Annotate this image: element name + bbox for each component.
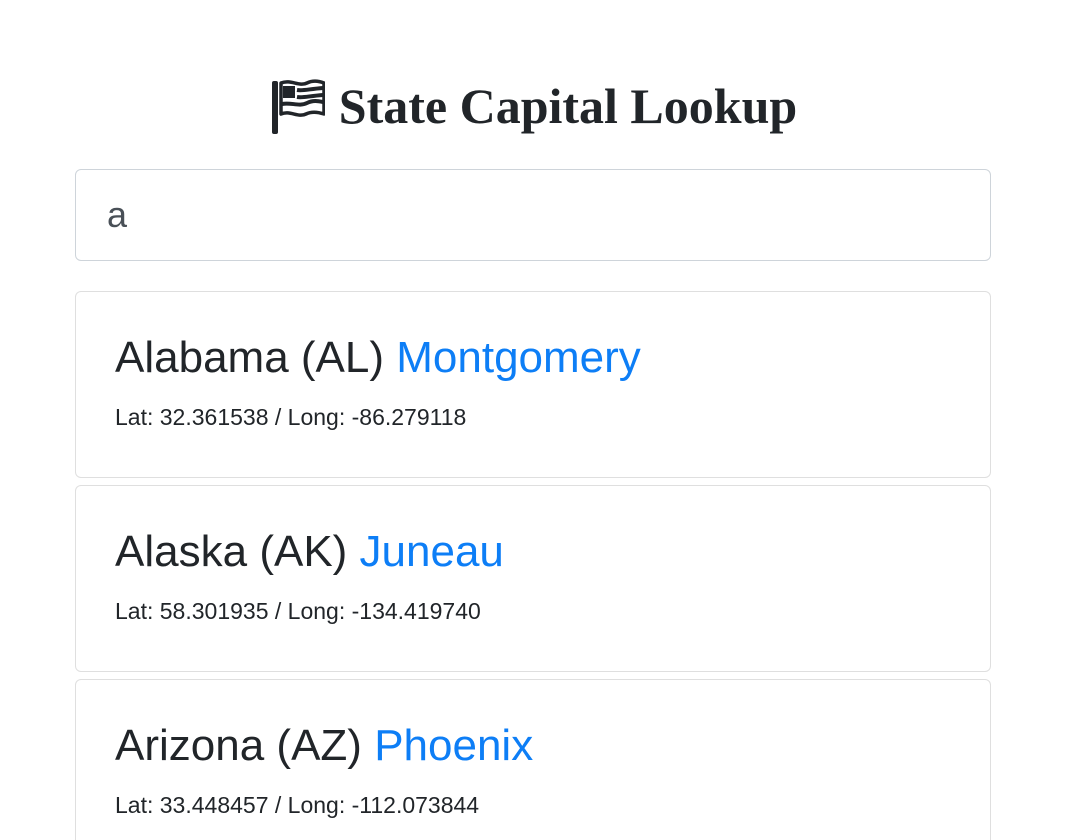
coordinates: Lat: 58.301935 / Long: -134.419740 <box>115 596 951 626</box>
long-label: Long: <box>287 598 346 624</box>
state-name: Alabama <box>115 333 289 382</box>
coord-separator: / <box>274 598 282 624</box>
longitude: -86.279118 <box>351 404 467 430</box>
page-title: State Capital Lookup <box>338 78 798 134</box>
state-card-alaska: Alaska (AK) Juneau Lat: 58.301935 / Long… <box>75 485 991 672</box>
long-label: Long: <box>287 404 346 430</box>
state-abbreviation: (AK) <box>259 527 348 576</box>
coord-separator: / <box>274 404 282 430</box>
longitude: -134.419740 <box>351 598 481 624</box>
lat-label: Lat: <box>115 792 154 818</box>
state-card-alabama: Alabama (AL) Montgomery Lat: 32.361538 /… <box>75 291 991 478</box>
state-heading: Alaska (AK) Juneau <box>115 524 951 580</box>
coordinates: Lat: 32.361538 / Long: -86.279118 <box>115 402 951 432</box>
header: State Capital Lookup <box>75 74 991 138</box>
search-input[interactable] <box>75 169 991 261</box>
lat-label: Lat: <box>115 404 154 430</box>
state-abbreviation: (AZ) <box>276 721 362 770</box>
state-card-arizona: Arizona (AZ) Phoenix Lat: 33.448457 / Lo… <box>75 679 991 840</box>
capital-link[interactable]: Montgomery <box>396 333 641 382</box>
longitude: -112.073844 <box>351 792 480 818</box>
coordinates: Lat: 33.448457 / Long: -112.073844 <box>115 790 951 820</box>
latitude: 33.448457 <box>159 792 269 818</box>
state-name: Alaska <box>115 527 248 576</box>
long-label: Long: <box>287 792 346 818</box>
state-abbreviation: (AL) <box>300 333 385 382</box>
results-list: Alabama (AL) Montgomery Lat: 32.361538 /… <box>75 291 991 840</box>
lat-label: Lat: <box>115 598 154 624</box>
capital-link[interactable]: Phoenix <box>374 721 533 770</box>
latitude: 58.301935 <box>159 598 269 624</box>
capital-link[interactable]: Juneau <box>360 527 504 576</box>
latitude: 32.361538 <box>159 404 269 430</box>
state-name: Arizona <box>115 721 265 770</box>
state-heading: Arizona (AZ) Phoenix <box>115 718 951 774</box>
coord-separator: / <box>274 792 282 818</box>
state-heading: Alabama (AL) Montgomery <box>115 330 951 386</box>
flag-icon <box>269 78 325 134</box>
